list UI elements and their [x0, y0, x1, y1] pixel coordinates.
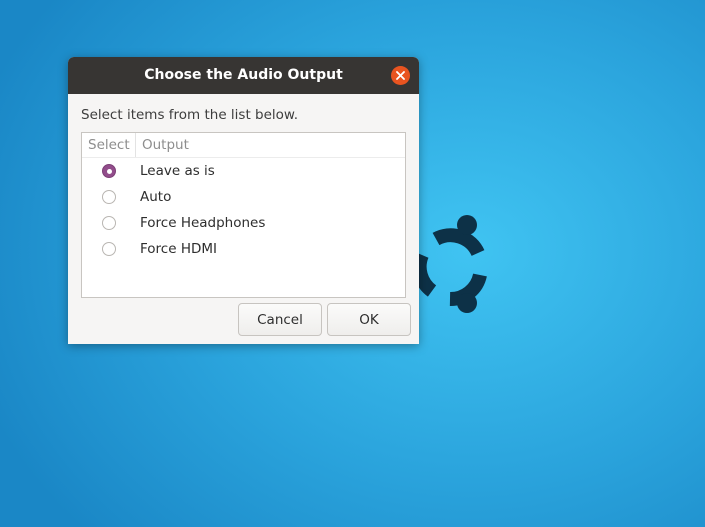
close-button[interactable] [391, 66, 410, 85]
ok-button[interactable]: OK [327, 303, 411, 336]
list-header: Select Output [82, 133, 405, 158]
list-item-force-headphones[interactable]: Force Headphones [82, 210, 405, 236]
audio-output-dialog: Choose the Audio Output Select items fro… [68, 57, 419, 344]
radio-force-headphones[interactable] [102, 216, 116, 230]
list-item-label: Force Headphones [140, 215, 266, 231]
list-item-force-hdmi[interactable]: Force HDMI [82, 236, 405, 262]
radio-force-hdmi[interactable] [102, 242, 116, 256]
radio-leave-as-is[interactable] [102, 164, 116, 178]
column-header-output[interactable]: Output [136, 133, 189, 157]
close-icon [396, 71, 405, 80]
list-item-label: Auto [140, 189, 172, 205]
dialog-title: Choose the Audio Output [144, 67, 343, 83]
column-header-select[interactable]: Select [82, 133, 136, 157]
cancel-button[interactable]: Cancel [238, 303, 322, 336]
list-item-leave-as-is[interactable]: Leave as is [82, 158, 405, 184]
ubuntu-logo-icon [412, 215, 487, 313]
radio-auto[interactable] [102, 190, 116, 204]
list-item-label: Leave as is [140, 163, 215, 179]
dialog-prompt: Select items from the list below. [81, 107, 299, 123]
list-item-label: Force HDMI [140, 241, 217, 257]
output-list: Select Output Leave as is Auto Force Hea… [81, 132, 406, 298]
dialog-titlebar: Choose the Audio Output [68, 57, 419, 94]
list-item-auto[interactable]: Auto [82, 184, 405, 210]
